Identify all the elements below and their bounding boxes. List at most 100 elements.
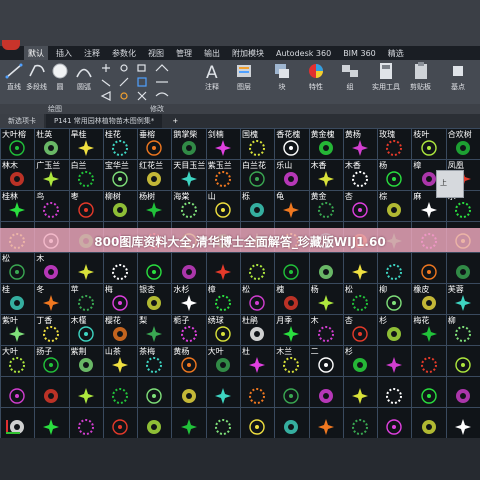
plant-symbol-icon[interactable] — [110, 355, 130, 375]
plant-symbol-icon[interactable] — [384, 293, 404, 313]
plant-symbol-icon[interactable] — [453, 417, 473, 437]
plant-symbol-icon[interactable] — [247, 200, 267, 220]
plant-symbol-icon[interactable] — [7, 355, 27, 375]
plant-symbol-icon[interactable] — [316, 417, 336, 437]
plant-symbol-icon[interactable] — [316, 169, 336, 189]
plant-symbol-icon[interactable] — [213, 200, 233, 220]
plant-symbol-icon[interactable] — [316, 262, 336, 282]
plant-symbol-icon[interactable] — [7, 200, 27, 220]
plant-symbol-icon[interactable] — [41, 138, 61, 158]
app-logo-icon[interactable] — [2, 40, 20, 50]
plant-symbol-icon[interactable] — [350, 262, 370, 282]
plant-symbol-icon[interactable] — [281, 386, 301, 406]
plant-symbol-icon[interactable] — [110, 293, 130, 313]
plant-symbol-icon[interactable] — [41, 293, 61, 313]
plant-symbol-icon[interactable] — [110, 200, 130, 220]
plant-symbol-icon[interactable] — [7, 138, 27, 158]
plant-symbol-icon[interactable] — [281, 262, 301, 282]
ribbon-tab-8[interactable]: Autodesk 360 — [272, 47, 335, 60]
plant-symbol-icon[interactable] — [110, 324, 130, 344]
plant-symbol-icon[interactable] — [384, 169, 404, 189]
plant-symbol-icon[interactable] — [419, 417, 439, 437]
plant-symbol-icon[interactable] — [316, 293, 336, 313]
plant-symbol-icon[interactable] — [453, 200, 473, 220]
modify-panel-label[interactable]: 修改 — [150, 104, 164, 114]
plant-symbol-icon[interactable] — [419, 262, 439, 282]
plant-symbol-icon[interactable] — [144, 355, 164, 375]
ribbon-tab-3[interactable]: 参数化 — [108, 46, 140, 61]
plant-symbol-icon[interactable] — [144, 293, 164, 313]
plant-symbol-icon[interactable] — [247, 169, 267, 189]
plant-symbol-icon[interactable] — [76, 293, 96, 313]
plant-symbol-icon[interactable] — [316, 200, 336, 220]
plant-symbol-icon[interactable] — [144, 262, 164, 282]
plant-symbol-icon[interactable] — [179, 169, 199, 189]
plant-symbol-icon[interactable] — [281, 200, 301, 220]
plant-symbol-icon[interactable] — [41, 386, 61, 406]
plant-symbol-icon[interactable] — [179, 262, 199, 282]
plant-symbol-icon[interactable] — [110, 386, 130, 406]
plant-symbol-icon[interactable] — [247, 355, 267, 375]
plant-symbol-icon[interactable] — [384, 324, 404, 344]
annotation-button[interactable]: A 注释 — [202, 62, 222, 92]
plant-symbol-icon[interactable] — [76, 324, 96, 344]
groups-button[interactable]: 组 — [340, 62, 360, 92]
plant-symbol-icon[interactable] — [76, 138, 96, 158]
layers-button[interactable]: 图层 — [234, 62, 254, 92]
plant-symbol-icon[interactable] — [76, 386, 96, 406]
plant-symbol-icon[interactable] — [247, 417, 267, 437]
plant-symbol-icon[interactable] — [281, 138, 301, 158]
plant-symbol-icon[interactable] — [179, 386, 199, 406]
doc-tab-new[interactable]: 新选项卡 — [0, 114, 44, 128]
ribbon-tab-9[interactable]: BIM 360 — [339, 47, 380, 60]
plant-symbol-icon[interactable] — [213, 138, 233, 158]
plant-symbol-icon[interactable] — [247, 293, 267, 313]
utilities-button[interactable]: 实用工具 — [372, 62, 400, 92]
base-point-button[interactable]: 基点 — [448, 62, 468, 92]
plant-symbol-icon[interactable] — [7, 417, 27, 437]
line-tool-button[interactable]: 直线 — [4, 62, 24, 92]
plant-symbol-icon[interactable] — [213, 324, 233, 344]
plant-symbol-icon[interactable] — [76, 355, 96, 375]
ribbon-tab-2[interactable]: 注释 — [80, 46, 104, 61]
properties-button[interactable]: 特性 — [306, 62, 326, 92]
block-button[interactable]: 块 — [272, 62, 292, 92]
plant-symbol-icon[interactable] — [144, 138, 164, 158]
plant-symbol-icon[interactable] — [41, 324, 61, 344]
plant-symbol-icon[interactable] — [179, 200, 199, 220]
plant-symbol-icon[interactable] — [384, 417, 404, 437]
plant-symbol-icon[interactable] — [213, 417, 233, 437]
plant-symbol-icon[interactable] — [384, 262, 404, 282]
plant-symbol-icon[interactable] — [213, 169, 233, 189]
plant-symbol-icon[interactable] — [41, 200, 61, 220]
plant-symbol-icon[interactable] — [213, 355, 233, 375]
plant-symbol-icon[interactable] — [7, 324, 27, 344]
plant-symbol-icon[interactable] — [247, 386, 267, 406]
plant-symbol-icon[interactable] — [41, 417, 61, 437]
ribbon-tab-1[interactable]: 插入 — [52, 46, 76, 61]
plant-symbol-icon[interactable] — [384, 200, 404, 220]
circle-tool-button[interactable]: 圆 — [50, 62, 70, 92]
plant-symbol-icon[interactable] — [247, 138, 267, 158]
plant-symbol-icon[interactable] — [144, 200, 164, 220]
plant-symbol-icon[interactable] — [350, 417, 370, 437]
plant-symbol-icon[interactable] — [110, 138, 130, 158]
plant-symbol-icon[interactable] — [281, 324, 301, 344]
plant-symbol-icon[interactable] — [350, 138, 370, 158]
doc-tab-plants[interactable]: P141 常用园林植物苗木图例集* — [46, 114, 163, 128]
plant-symbol-icon[interactable] — [144, 417, 164, 437]
plant-symbol-icon[interactable] — [350, 355, 370, 375]
clipboard-button[interactable]: 剪贴板 — [410, 62, 431, 92]
plant-symbol-icon[interactable] — [76, 262, 96, 282]
plant-symbol-icon[interactable] — [453, 355, 473, 375]
draw-panel-label[interactable]: 绘图 — [48, 104, 62, 114]
ribbon-tab-5[interactable]: 管理 — [172, 46, 196, 61]
plant-symbol-icon[interactable] — [281, 169, 301, 189]
plant-symbol-icon[interactable] — [350, 200, 370, 220]
drawing-canvas[interactable]: 大叶榕 杜英 旱桂 桂花 垂榕 鹅掌柴 剑楠 国槐 香花槐 黄金槐 黄杨 玫瑰 枝叶 合欢树 林木 广玉兰 白兰… — [0, 128, 480, 438]
ribbon-tab-10[interactable]: 精选 — [384, 46, 408, 61]
plant-symbol-icon[interactable] — [41, 262, 61, 282]
plant-symbol-icon[interactable] — [7, 262, 27, 282]
plant-symbol-icon[interactable] — [453, 293, 473, 313]
plant-symbol-icon[interactable] — [350, 386, 370, 406]
